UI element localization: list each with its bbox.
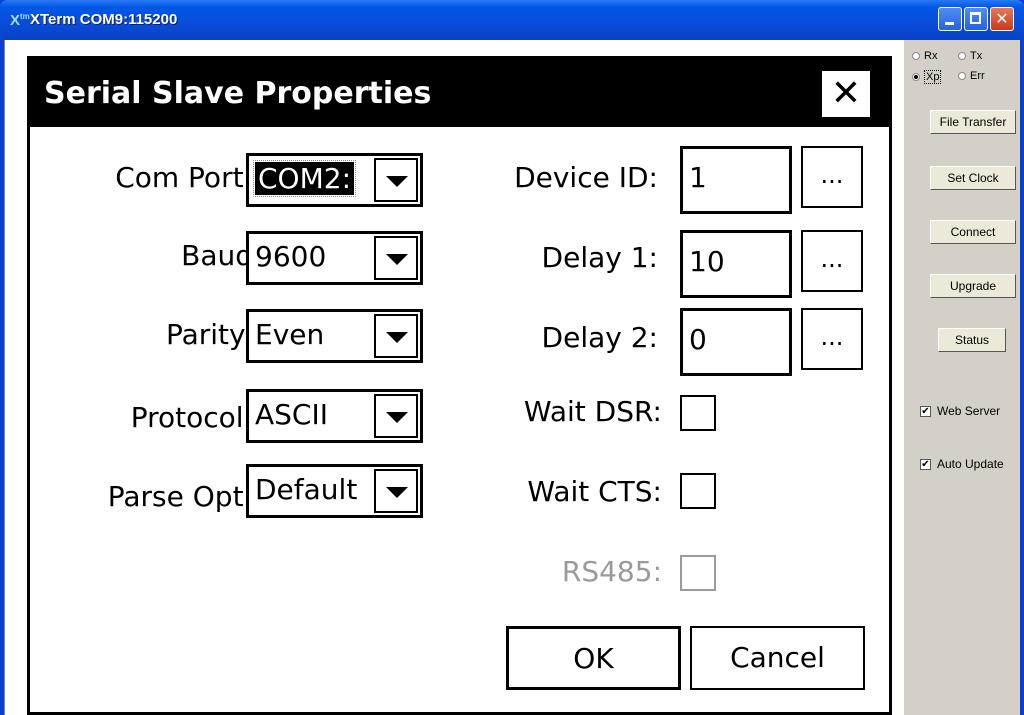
com-port-select[interactable]: COM2: xyxy=(246,153,423,207)
chevron-down-icon[interactable] xyxy=(374,314,418,358)
radio-dot xyxy=(912,52,920,60)
title-bar[interactable]: Xtm XTerm COM9:115200 ✕ xyxy=(0,0,1024,40)
serial-slave-properties-dialog: Serial Slave Properties ✕ Com Port: COM2… xyxy=(27,56,892,715)
chevron-down-icon[interactable] xyxy=(374,236,418,280)
protocol-label: Protocol: xyxy=(130,401,253,434)
wait-cts-checkbox[interactable] xyxy=(680,473,716,509)
parse-opt-label: Parse Opt: xyxy=(107,480,253,513)
delay-1-input[interactable]: 10 xyxy=(680,230,792,298)
checkbox-label: Auto Update xyxy=(937,457,1004,471)
radio-label: Tx xyxy=(970,50,983,62)
delay-2-input[interactable]: 0 xyxy=(680,308,792,376)
auto-update-checkbox[interactable]: ✔ Auto Update xyxy=(920,457,1004,471)
file-transfer-button[interactable]: File Transfer xyxy=(930,110,1016,134)
device-id-value: 1 xyxy=(689,161,707,194)
com-port-label: Com Port: xyxy=(115,161,253,194)
radio-err[interactable]: Err xyxy=(958,70,985,82)
checkbox-label: Web Server xyxy=(937,404,1001,418)
radio-label: Rx xyxy=(924,50,938,62)
checkbox-box: ✔ xyxy=(920,458,931,470)
checkbox-box: ✔ xyxy=(920,405,931,417)
chevron-down-icon[interactable] xyxy=(374,158,418,202)
baud-label: Baud xyxy=(181,239,253,272)
baud-value: 9600 xyxy=(255,240,327,273)
radio-dot xyxy=(912,73,920,81)
wait-cts-label: Wait CTS: xyxy=(527,475,662,508)
radio-dot xyxy=(958,72,966,80)
radio-xp[interactable]: Xp xyxy=(912,70,942,84)
wait-dsr-label: Wait DSR: xyxy=(523,395,662,428)
radio-tx[interactable]: Tx xyxy=(958,50,982,62)
set-clock-button[interactable]: Set Clock xyxy=(930,166,1016,190)
xterm-app-icon: Xtm xyxy=(10,12,30,29)
maximize-icon xyxy=(965,8,987,30)
delay-2-browse-button[interactable]: ... xyxy=(801,308,863,370)
wait-dsr-checkbox[interactable] xyxy=(680,395,716,431)
delay-1-label: Delay 1: xyxy=(541,241,658,274)
close-icon: ✕ xyxy=(995,9,1009,28)
radio-label: Err xyxy=(970,70,985,82)
dialog-title: Serial Slave Properties xyxy=(44,76,432,111)
device-id-browse-button[interactable]: ... xyxy=(801,146,863,208)
parse-opt-select[interactable]: Default xyxy=(246,464,423,518)
web-server-checkbox[interactable]: ✔ Web Server xyxy=(920,404,1000,418)
com-port-value: COM2: xyxy=(253,160,356,197)
minimize-button[interactable] xyxy=(938,7,962,31)
device-id-input[interactable]: 1 xyxy=(680,146,792,214)
delay-1-browse-button[interactable]: ... xyxy=(801,230,863,292)
delay-1-value: 10 xyxy=(689,245,725,278)
rs485-label: RS485: xyxy=(561,555,662,588)
dialog-title-bar[interactable]: Serial Slave Properties ✕ xyxy=(30,59,889,127)
parity-select[interactable]: Even xyxy=(246,309,423,363)
window-title: XTerm COM9:115200 xyxy=(30,11,178,28)
ok-button[interactable]: OK xyxy=(506,626,681,690)
cancel-button[interactable]: Cancel xyxy=(690,626,865,690)
device-id-label: Device ID: xyxy=(514,161,658,194)
parse-opt-value: Default xyxy=(255,473,358,506)
baud-select[interactable]: 9600 xyxy=(246,231,423,285)
radio-label: Xp xyxy=(924,70,942,84)
close-icon: ✕ xyxy=(830,73,862,114)
minimize-icon xyxy=(939,8,961,30)
maximize-button[interactable] xyxy=(964,7,988,31)
upgrade-button[interactable]: Upgrade xyxy=(930,274,1016,298)
window-close-button[interactable]: ✕ xyxy=(990,7,1014,31)
dialog-close-button[interactable]: ✕ xyxy=(820,69,872,119)
delay-2-label: Delay 2: xyxy=(541,321,658,354)
status-button[interactable]: Status xyxy=(938,328,1006,352)
protocol-select[interactable]: ASCII xyxy=(246,389,423,443)
right-panel: Rx Tx Xp Err File Transfer Set Clock Con… xyxy=(904,40,1020,715)
parity-label: Parity: xyxy=(165,318,253,351)
radio-rx[interactable]: Rx xyxy=(912,50,937,62)
chevron-down-icon[interactable] xyxy=(374,469,418,513)
protocol-value: ASCII xyxy=(255,398,328,431)
parity-value: Even xyxy=(255,318,325,351)
delay-2-value: 0 xyxy=(689,323,707,356)
connect-button[interactable]: Connect xyxy=(930,220,1016,244)
rs485-checkbox xyxy=(680,555,716,591)
radio-dot xyxy=(958,52,966,60)
app-window: Xtm XTerm COM9:115200 ✕ Rx Tx Xp Err Fil… xyxy=(0,0,1024,715)
chevron-down-icon[interactable] xyxy=(374,394,418,438)
